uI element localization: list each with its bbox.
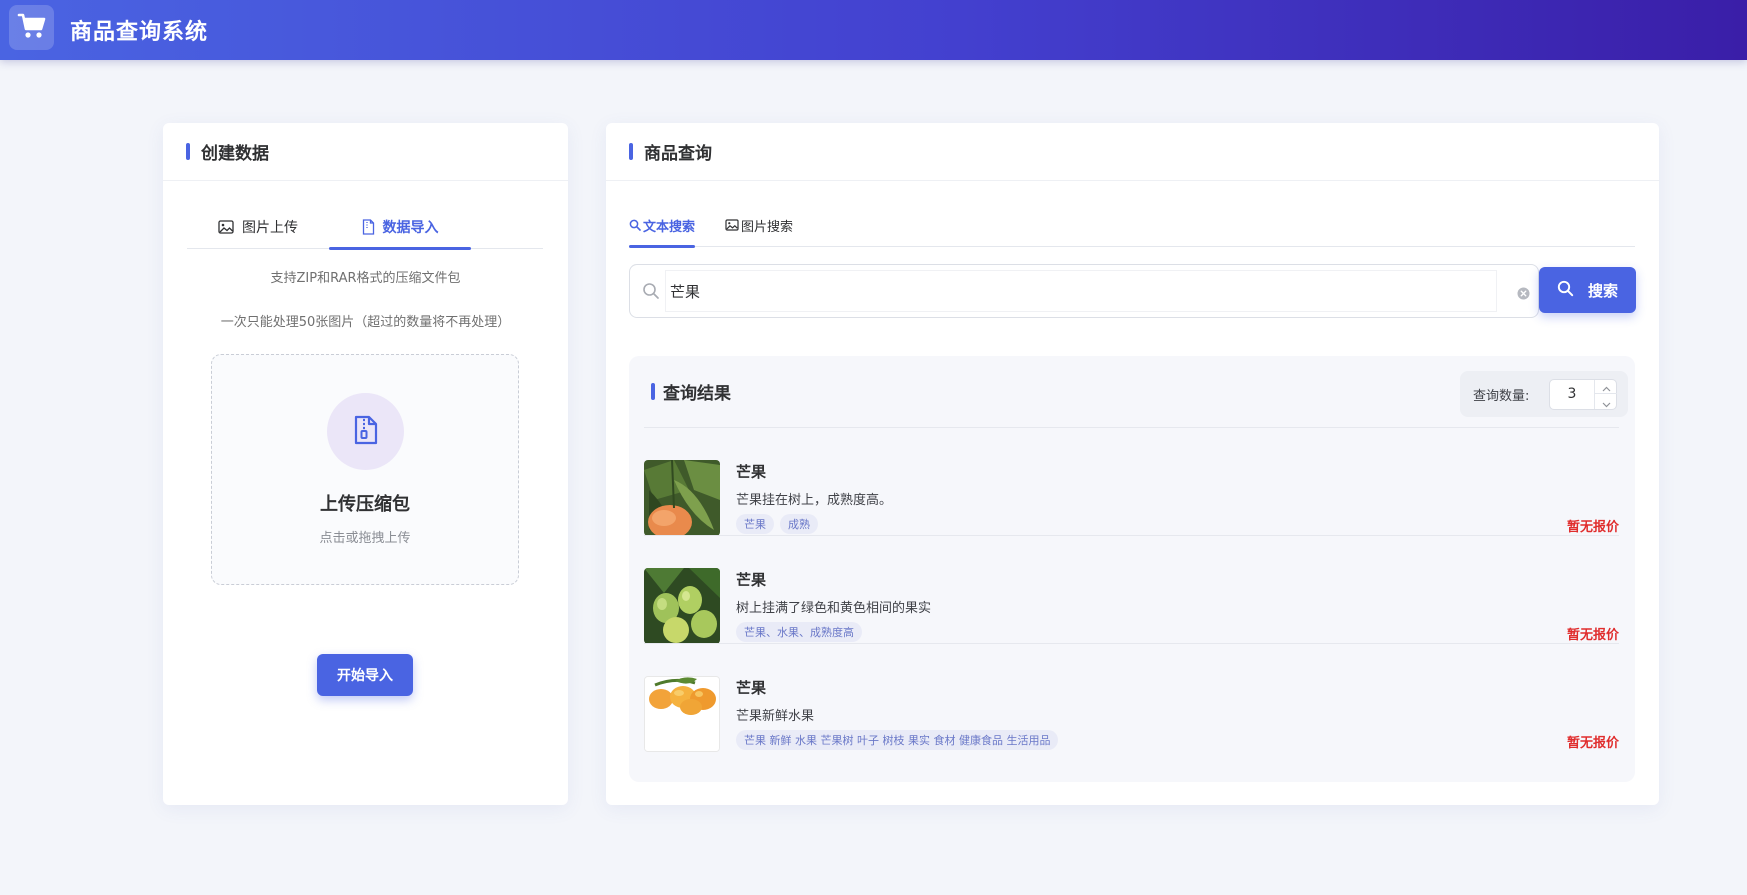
product-description: 芒果挂在树上，成熟度高。	[736, 493, 893, 508]
search-input[interactable]	[666, 271, 1496, 311]
file-icon	[362, 219, 375, 235]
tab-image-upload-label: 图片上传	[242, 220, 298, 236]
dropzone-title: 上传压缩包	[320, 494, 410, 515]
top-header: 商品查询系统	[0, 0, 1747, 60]
product-price: 暂无报价	[1566, 520, 1619, 535]
dropzone-subtitle: 点击或拖拽上传	[319, 531, 411, 546]
product-tag: 芒果 新鲜 水果 芒果树 叶子 树枝 果实 食材 健康食品 生活用品	[736, 730, 1059, 750]
title-accent-bar	[651, 383, 655, 400]
result-item[interactable]: 芒果 芒果挂在树上，成熟度高。 芒果 成熟 暂无报价	[644, 428, 1619, 536]
product-query-card: 商品查询 文本搜索 图片搜索 搜索	[606, 123, 1659, 805]
product-query-title: 商品查询	[644, 144, 712, 164]
upload-dropzone[interactable]: 上传压缩包 点击或拖拽上传	[211, 354, 519, 585]
product-thumbnail-yellow-mangoes	[644, 676, 720, 752]
app-title: 商品查询系统	[70, 20, 209, 45]
results-header: 查询结果 查询数量: 3	[644, 356, 1628, 428]
query-count-control: 查询数量: 3	[1460, 371, 1628, 417]
title-accent-bar	[186, 143, 190, 160]
results-title: 查询结果	[663, 384, 731, 404]
title-accent-bar	[629, 143, 633, 160]
product-name: 芒果	[736, 679, 767, 697]
tab-data-import[interactable]: 数据导入	[329, 205, 471, 250]
shopping-cart-icon	[17, 12, 47, 44]
logo	[9, 5, 54, 50]
product-tag: 芒果、水果、成熟度高	[736, 622, 862, 642]
zip-file-icon-circle	[327, 393, 404, 470]
query-count-stepper[interactable]: 3	[1549, 379, 1617, 410]
start-import-button[interactable]: 开始导入	[317, 654, 413, 696]
result-item[interactable]: 芒果 树上挂满了绿色和黄色相间的果实 芒果、水果、成熟度高 暂无报价	[644, 536, 1619, 644]
search-box	[629, 264, 1539, 318]
product-tag: 成熟	[780, 514, 818, 534]
search-icon	[642, 282, 660, 304]
product-tag: 芒果	[736, 514, 774, 534]
create-data-card: 创建数据 图片上传 数据导入 支持ZIP和RAR格式的压缩文件包 一次只能处理5…	[163, 123, 568, 805]
stepper-down-button[interactable]	[1595, 395, 1617, 409]
product-thumbnail-mango-on-tree	[644, 460, 720, 536]
product-query-header: 商品查询	[606, 123, 1659, 181]
product-price: 暂无报价	[1566, 628, 1619, 643]
image-icon	[218, 220, 234, 234]
product-description: 树上挂满了绿色和黄色相间的果实	[736, 601, 932, 616]
create-data-title: 创建数据	[201, 144, 269, 164]
query-count-value[interactable]: 3	[1550, 386, 1594, 402]
product-name: 芒果	[736, 463, 767, 481]
product-tags: 芒果 成熟	[736, 514, 818, 534]
chevron-down-icon	[1602, 393, 1611, 412]
product-description: 芒果新鲜水果	[736, 709, 815, 724]
product-name: 芒果	[736, 571, 767, 589]
search-button[interactable]: 搜索	[1539, 267, 1636, 313]
tab-text-search-label: 文本搜索	[643, 219, 696, 235]
product-tags: 芒果、水果、成熟度高	[736, 622, 862, 642]
product-tags: 芒果 新鲜 水果 芒果树 叶子 树枝 果实 食材 健康食品 生活用品	[736, 730, 1059, 750]
clear-icon[interactable]	[1517, 285, 1530, 304]
image-icon	[725, 219, 739, 231]
tab-image-search[interactable]: 图片搜索	[725, 203, 793, 247]
search-mode-tabs: 文本搜索 图片搜索	[629, 203, 1635, 248]
create-data-header: 创建数据	[163, 123, 568, 181]
tab-image-search-label: 图片搜索	[741, 219, 794, 235]
zip-file-icon	[353, 415, 379, 449]
stepper-buttons	[1594, 380, 1617, 409]
create-data-tabs: 图片上传 数据导入	[187, 205, 543, 250]
search-icon	[1557, 280, 1574, 301]
tab-data-import-label: 数据导入	[382, 220, 439, 236]
result-item[interactable]: 芒果 芒果新鲜水果 芒果 新鲜 水果 芒果树 叶子 树枝 果实 食材 健康食品 …	[644, 644, 1619, 752]
tab-text-search[interactable]: 文本搜索	[629, 203, 696, 248]
limit-hint: 一次只能处理50张图片（超过的数量将不再处理）	[220, 315, 511, 330]
product-price: 暂无报价	[1566, 736, 1619, 751]
query-results-panel: 查询结果 查询数量: 3 芒果 芒果挂在树上，成熟度高。 芒果 成熟 暂无报价 …	[629, 356, 1635, 782]
query-count-label: 查询数量:	[1473, 388, 1530, 404]
format-hint: 支持ZIP和RAR格式的压缩文件包	[270, 271, 461, 286]
tab-image-upload[interactable]: 图片上传	[187, 205, 329, 249]
search-icon	[629, 219, 641, 231]
product-thumbnail-green-mangoes	[644, 568, 720, 644]
search-button-label: 搜索	[1587, 281, 1618, 300]
